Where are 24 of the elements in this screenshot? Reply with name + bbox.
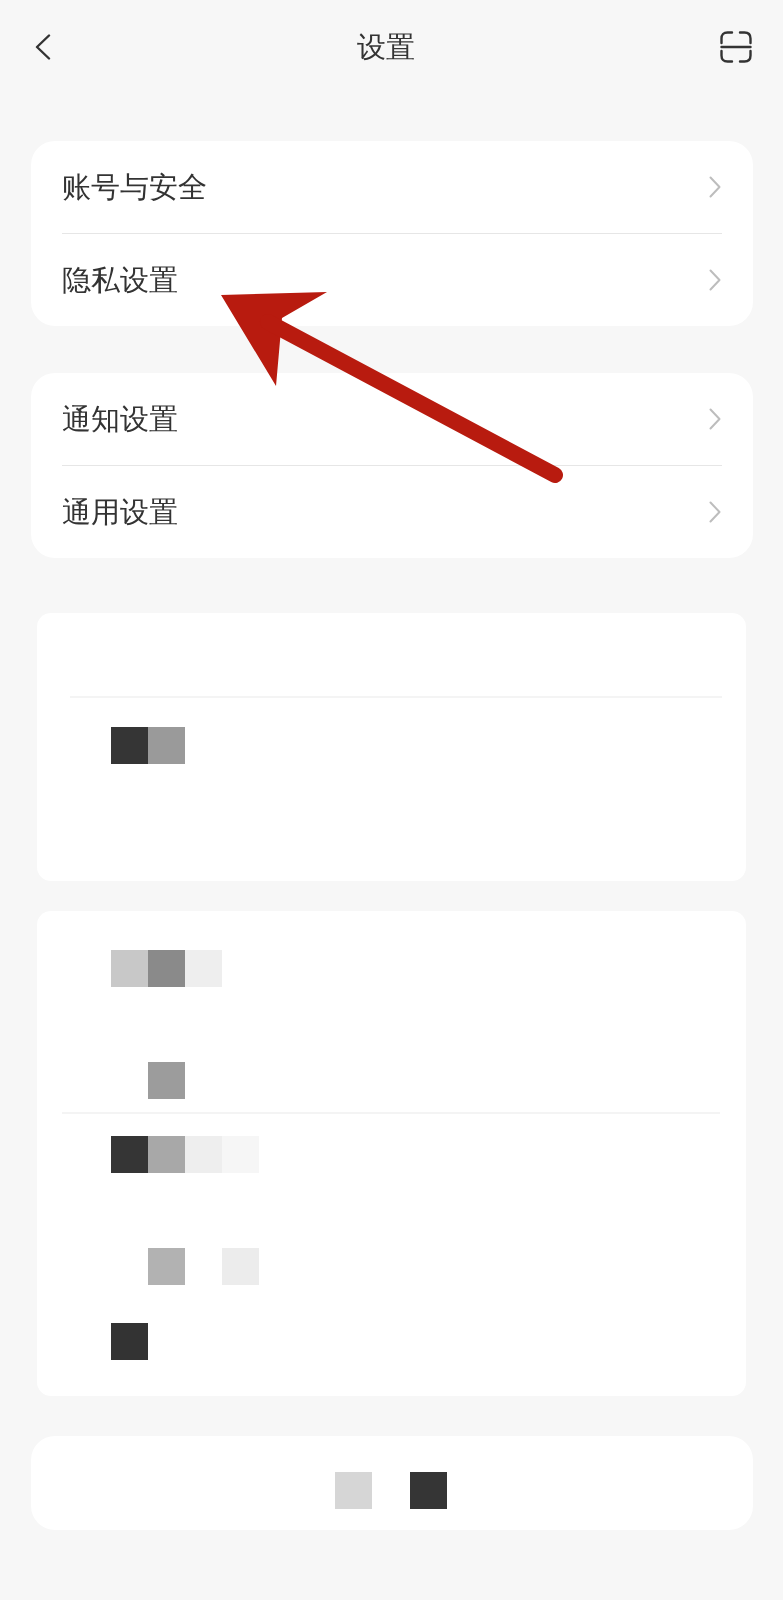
scan-icon[interactable] bbox=[720, 31, 752, 63]
mosaic-tile bbox=[111, 1136, 148, 1173]
chevron-icon bbox=[709, 501, 721, 523]
mosaic-tile bbox=[148, 1136, 185, 1173]
chevron-icon bbox=[709, 176, 721, 198]
mosaic-tile bbox=[148, 1062, 185, 1099]
mosaic-tile bbox=[111, 1323, 148, 1360]
mosaic-tile bbox=[185, 1136, 222, 1173]
chevron-icon bbox=[709, 269, 721, 291]
chevron-icon bbox=[709, 408, 721, 430]
mosaic-tile bbox=[185, 950, 222, 987]
menu-item[interactable]: 通用设置 bbox=[31, 466, 753, 558]
mosaic-tile bbox=[148, 727, 185, 764]
mosaic-tile bbox=[111, 727, 148, 764]
menu-item[interactable]: 账号与安全 bbox=[31, 141, 753, 233]
menu-item[interactable]: 通知设置 bbox=[31, 373, 753, 465]
mosaic-tile bbox=[335, 1472, 372, 1509]
back-icon[interactable] bbox=[35, 34, 51, 60]
mosaic-tile bbox=[410, 1472, 447, 1509]
page-title: 设置 bbox=[356, 29, 415, 65]
mosaic-tile bbox=[148, 1248, 185, 1285]
menu-item[interactable]: 隐私设置 bbox=[31, 234, 753, 326]
mosaic-tile bbox=[111, 950, 148, 987]
mosaic-tile bbox=[148, 950, 185, 987]
